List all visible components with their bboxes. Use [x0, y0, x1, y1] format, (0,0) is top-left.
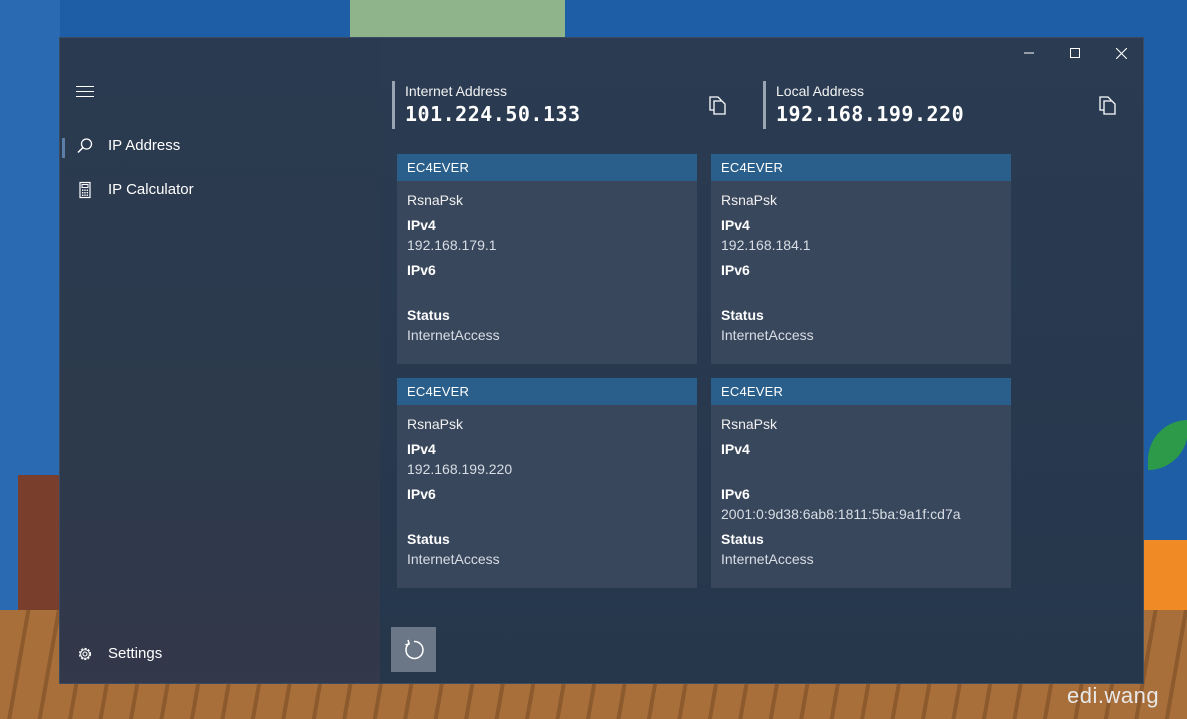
status-value: InternetAccess	[721, 327, 814, 343]
ipv6-value: 2001:0:9d38:6ab8:1811:5ba:9a1f:cd7a	[721, 506, 961, 522]
refresh-button[interactable]	[391, 627, 436, 672]
ipv6-label: IPv6	[407, 262, 436, 278]
nav-item-label: IP Calculator	[108, 181, 194, 198]
accent-bar	[763, 81, 766, 129]
local-address-label: Local Address	[776, 83, 864, 99]
copy-internet-address-button[interactable]	[707, 94, 729, 116]
copy-local-address-button[interactable]	[1097, 94, 1119, 116]
nav-item-settings[interactable]: Settings	[60, 634, 380, 674]
selection-indicator	[62, 138, 65, 158]
nav-item-label: Settings	[108, 645, 163, 662]
adapter-name: RsnaPsk	[721, 192, 778, 208]
close-button[interactable]	[1098, 38, 1143, 68]
internet-address-label: Internet Address	[405, 83, 507, 99]
close-icon	[1115, 47, 1127, 59]
watermark: edi.wang	[1067, 683, 1160, 708]
ipv4-label: IPv4	[407, 217, 436, 233]
ipv6-label: IPv6	[407, 486, 436, 502]
hamburger-icon[interactable]	[76, 86, 94, 100]
wallpaper-plant-pot	[1140, 540, 1187, 610]
adapter-card-header: EC4EVER	[397, 378, 697, 405]
search-icon	[77, 138, 93, 154]
ipv4-value: 192.168.184.1	[721, 237, 811, 253]
minimize-icon	[1024, 52, 1034, 54]
local-address: Local Address 192.168.199.220	[763, 81, 1003, 129]
status-value: InternetAccess	[407, 327, 500, 343]
status-label: Status	[407, 307, 450, 323]
internet-address-value: 101.224.50.133	[405, 102, 581, 126]
ipv4-label: IPv4	[721, 441, 750, 457]
nav-item-ip-address[interactable]: IP Address	[60, 126, 380, 166]
gear-icon	[78, 647, 92, 661]
copy-icon	[1099, 96, 1116, 115]
status-value: InternetAccess	[407, 551, 500, 567]
ipv4-value: 192.168.179.1	[407, 237, 497, 253]
refresh-icon	[404, 639, 424, 659]
ipv4-label: IPv4	[407, 441, 436, 457]
status-label: Status	[407, 531, 450, 547]
ipv6-label: IPv6	[721, 262, 750, 278]
adapter-name: RsnaPsk	[407, 416, 464, 432]
status-label: Status	[721, 307, 764, 323]
adapter-card-header: EC4EVER	[397, 154, 697, 181]
status-value: InternetAccess	[721, 551, 814, 567]
ipv4-label: IPv4	[721, 217, 750, 233]
maximize-button[interactable]	[1052, 38, 1098, 68]
ipv6-label: IPv6	[721, 486, 750, 502]
ipv4-value: 192.168.199.220	[407, 461, 513, 477]
adapter-card: EC4EVER RsnaPsk IPv4 192.168.184.1 IPv6 …	[711, 154, 1011, 364]
wallpaper-plant-leaf	[1148, 420, 1187, 470]
copy-icon	[709, 96, 726, 115]
app-window: IP Address IP Calculator Settings Intern…	[59, 37, 1144, 684]
adapter-card: EC4EVER RsnaPsk IPv4 192.168.199.220 IPv…	[397, 378, 697, 588]
calculator-icon	[79, 181, 91, 199]
wallpaper-picture	[350, 0, 565, 38]
adapter-card-header: EC4EVER	[711, 378, 1011, 405]
adapter-card: EC4EVER RsnaPsk IPv4 192.168.179.1 IPv6 …	[397, 154, 697, 364]
maximize-icon	[1070, 48, 1080, 58]
adapter-card: EC4EVER RsnaPsk IPv4 IPv6 2001:0:9d38:6a…	[711, 378, 1011, 588]
internet-address: Internet Address 101.224.50.133	[392, 81, 632, 129]
minimize-button[interactable]	[1006, 38, 1052, 68]
accent-bar	[392, 81, 395, 129]
local-address-value: 192.168.199.220	[776, 102, 965, 126]
adapter-name: RsnaPsk	[407, 192, 464, 208]
adapter-name: RsnaPsk	[721, 416, 778, 432]
nav-item-ip-calculator[interactable]: IP Calculator	[60, 170, 380, 210]
adapter-card-header: EC4EVER	[711, 154, 1011, 181]
nav-item-label: IP Address	[108, 137, 181, 154]
status-label: Status	[721, 531, 764, 547]
